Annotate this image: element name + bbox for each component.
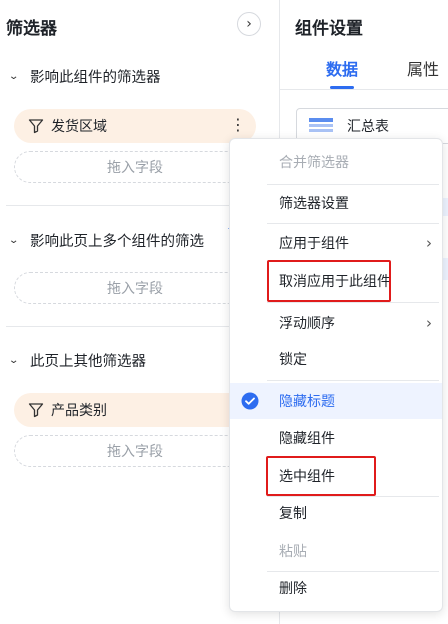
filter-funnel-icon xyxy=(28,403,44,418)
menu-item-apply-to-components[interactable]: 应用于组件 › xyxy=(230,225,442,261)
section-header-this-component[interactable]: ⌄ 影响此组件的筛选器 xyxy=(10,66,161,87)
filter-field-label: 产品类别 xyxy=(51,403,107,419)
section-title: 此页上其他筛选器 xyxy=(30,354,146,370)
settings-panel-title: 组件设置 xyxy=(295,19,363,39)
chart-type-label: 汇总表 xyxy=(347,119,389,135)
filter-panel-title: 筛选器 xyxy=(6,19,57,39)
menu-item-paste: 粘贴 xyxy=(279,544,307,560)
menu-item-lock[interactable]: 锁定 xyxy=(230,341,442,377)
menu-item-hide-component[interactable]: 隐藏组件 xyxy=(230,420,442,456)
tab-divider xyxy=(280,89,448,90)
chevron-right-icon: › xyxy=(426,234,432,252)
check-circle-icon xyxy=(241,392,259,410)
chevron-right-icon: › xyxy=(246,16,252,32)
menu-separator xyxy=(267,302,439,303)
menu-separator xyxy=(267,223,439,224)
section-title: 影响此页上多个组件的筛选 xyxy=(30,234,204,250)
chevron-down-icon: ⌄ xyxy=(10,71,24,82)
chevron-right-icon: › xyxy=(426,314,432,332)
menu-item-delete[interactable]: 删除 xyxy=(230,570,442,606)
context-menu: 合并筛选器 筛选器设置 应用于组件 › 取消应用于此组件 浮动顺序 › 锁定 隐… xyxy=(229,138,443,612)
menu-separator xyxy=(267,380,439,381)
menu-item-merge-filters: 合并筛选器 xyxy=(279,155,349,171)
section-header-other-filters[interactable]: ⌄ 此页上其他筛选器 xyxy=(10,350,146,371)
filter-funnel-icon xyxy=(28,119,44,134)
tab-properties[interactable]: 属性 xyxy=(407,56,439,80)
section-header-page-components[interactable]: ⌄ 影响此页上多个组件的筛选 xyxy=(10,230,226,251)
menu-item-copy[interactable]: 复制 xyxy=(230,495,442,531)
menu-item-filter-settings[interactable]: 筛选器设置 xyxy=(230,185,442,221)
chevron-down-icon: ⌄ xyxy=(10,235,24,246)
drop-zone[interactable]: 拖入字段 xyxy=(14,435,256,467)
filter-field-pill[interactable]: 产品类别 xyxy=(14,393,256,427)
tab-data[interactable]: 数据 xyxy=(326,56,358,80)
menu-item-select-component[interactable]: 选中组件 xyxy=(230,458,442,494)
drop-zone[interactable]: 拖入字段 xyxy=(14,151,256,183)
drop-zone[interactable]: 拖入字段 xyxy=(14,272,256,304)
section-title: 影响此组件的筛选器 xyxy=(30,70,161,86)
menu-item-hide-title[interactable]: 隐藏标题 xyxy=(230,383,442,419)
filter-field-label: 发货区域 xyxy=(51,119,107,135)
collapse-panel-button[interactable]: › xyxy=(237,12,261,36)
menu-item-unapply-from-component[interactable]: 取消应用于此组件 xyxy=(230,263,442,299)
more-vertical-icon[interactable]: ⋮ xyxy=(230,117,246,133)
chevron-down-icon: ⌄ xyxy=(10,355,24,366)
menu-item-float-order[interactable]: 浮动顺序 › xyxy=(230,305,442,341)
filter-field-pill[interactable]: 发货区域 ⋮ xyxy=(14,109,256,143)
summary-table-icon xyxy=(309,118,333,132)
